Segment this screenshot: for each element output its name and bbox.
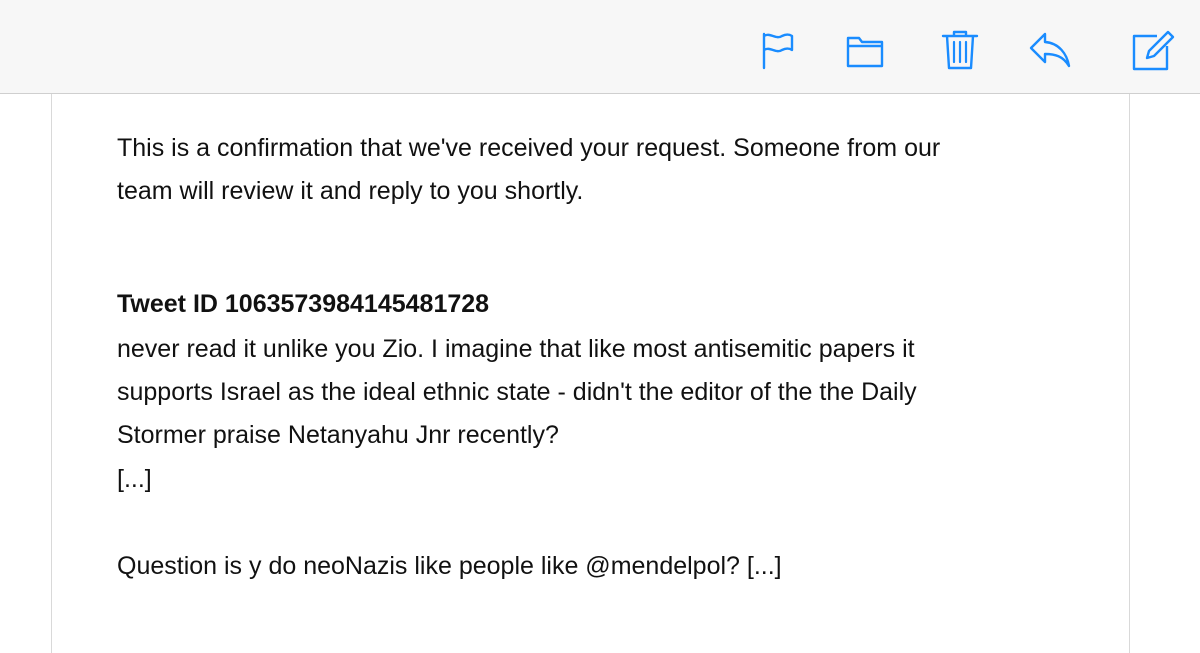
- delete-button[interactable]: [940, 28, 980, 72]
- tweet-text-line-1: never read it unlike you Zio. I imagine …: [117, 335, 915, 363]
- reply-button[interactable]: [1028, 28, 1071, 72]
- ellipsis-text: [...]: [117, 465, 152, 493]
- folder-icon: [846, 36, 884, 68]
- tweet-id-heading: Tweet ID 1063573984145481728: [117, 290, 490, 318]
- flag-button[interactable]: [758, 28, 798, 72]
- compose-button[interactable]: [1131, 28, 1175, 72]
- pane-divider-left: [51, 94, 52, 653]
- tweet-text-line-2: supports Israel as the ideal ethnic stat…: [117, 378, 917, 406]
- question-line: Question is y do neoNazis like people li…: [117, 552, 782, 580]
- reply-icon: [1029, 32, 1071, 68]
- intro-line-1: This is a confirmation that we've receiv…: [117, 134, 941, 162]
- tweet-text-line-3: Stormer praise Netanyahu Jnr recently?: [117, 421, 559, 449]
- mail-toolbar: [0, 0, 1200, 94]
- pane-divider-right: [1129, 94, 1130, 653]
- flag-icon: [762, 32, 794, 70]
- trash-icon: [941, 30, 979, 70]
- compose-icon: [1132, 30, 1175, 71]
- move-to-folder-button[interactable]: [845, 28, 885, 72]
- intro-line-2: team will review it and reply to you sho…: [117, 177, 584, 205]
